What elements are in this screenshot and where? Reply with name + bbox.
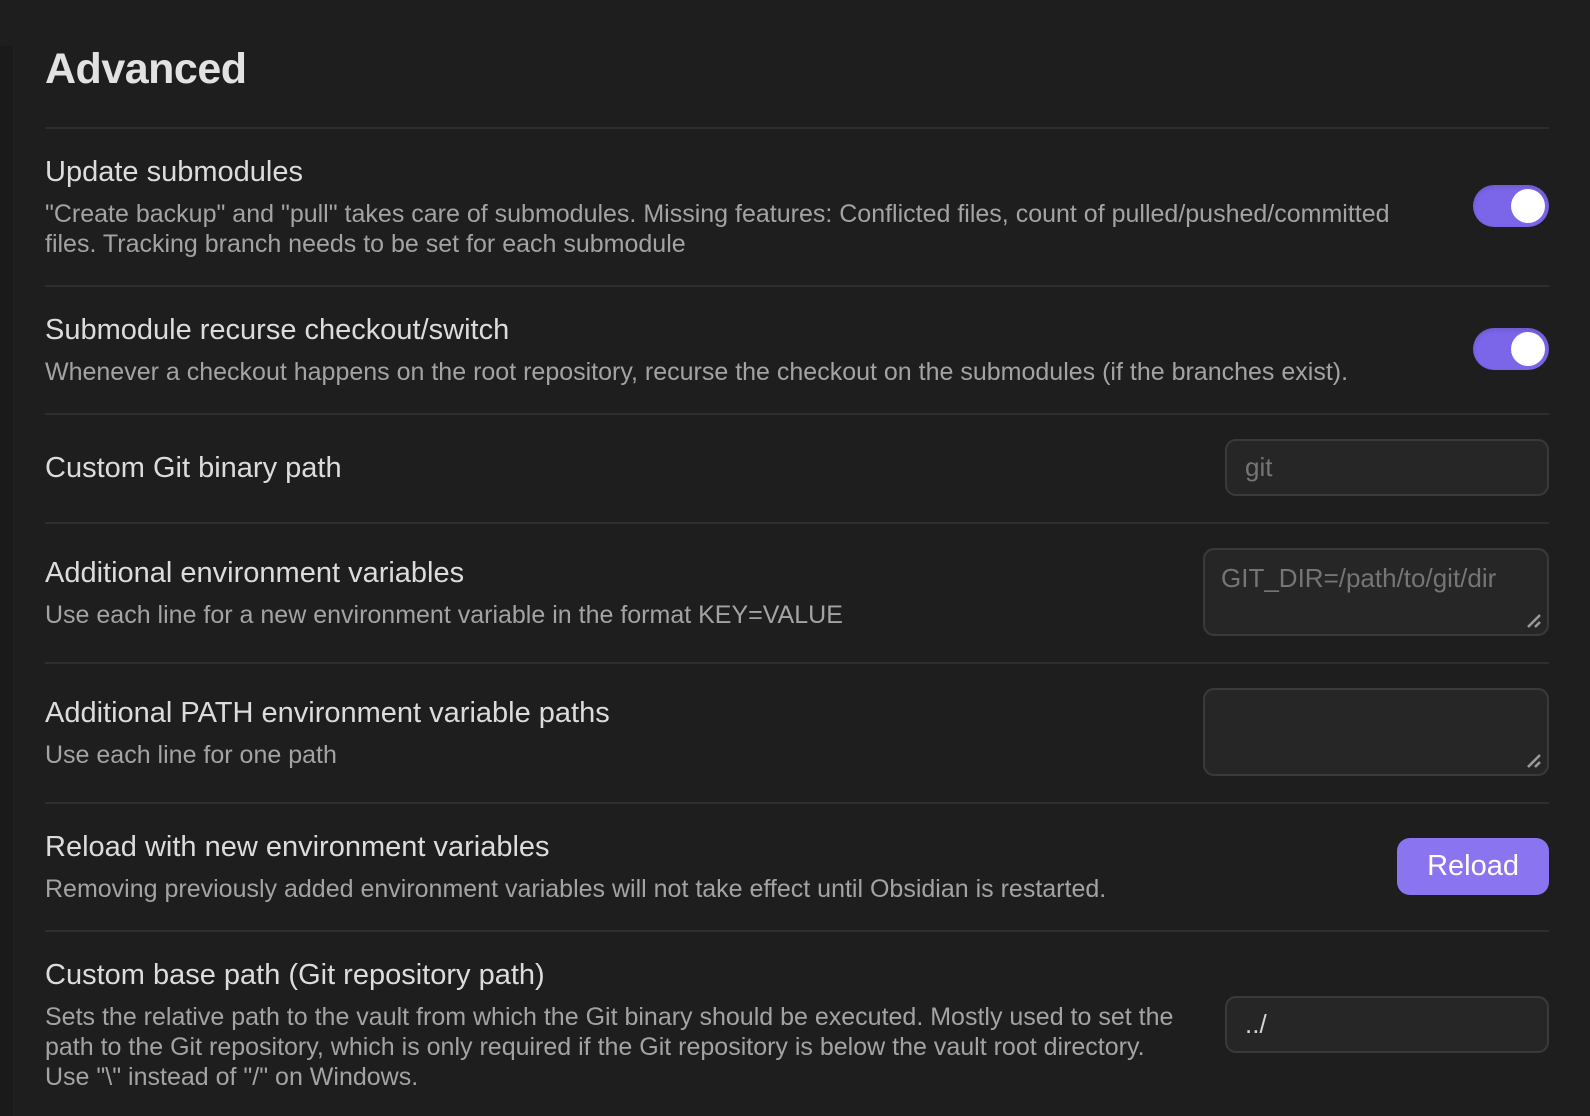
setting-description: Use each line for a new environment vari… (45, 600, 1163, 630)
setting-row-env-variables: Additional environment variables Use eac… (45, 522, 1549, 662)
settings-advanced-page: Advanced Update submodules "Create backu… (0, 46, 1590, 1116)
setting-name: Reload with new environment variables (45, 828, 1357, 866)
setting-description: Removing previously added environment va… (45, 874, 1357, 904)
setting-row-submodule-recurse: Submodule recurse checkout/switch Whenev… (45, 285, 1549, 413)
setting-control (1225, 996, 1549, 1053)
textarea-wrap (1203, 548, 1549, 636)
setting-description: Sets the relative path to the vault from… (45, 1002, 1185, 1092)
setting-description: Whenever a checkout happens on the root … (45, 357, 1433, 387)
reload-button[interactable]: Reload (1397, 838, 1549, 895)
setting-row-update-submodules: Update submodules "Create backup" and "p… (45, 127, 1549, 285)
git-binary-path-input[interactable] (1225, 439, 1549, 496)
setting-description: "Create backup" and "pull" takes care of… (45, 199, 1433, 259)
setting-name: Custom base path (Git repository path) (45, 956, 1185, 994)
setting-info: Custom base path (Git repository path) S… (45, 956, 1225, 1092)
toggle-knob-icon (1511, 332, 1545, 366)
setting-name: Additional PATH environment variable pat… (45, 694, 1163, 732)
update-submodules-toggle[interactable] (1473, 185, 1549, 227)
setting-info: Additional environment variables Use eac… (45, 554, 1203, 630)
setting-control (1473, 185, 1549, 227)
page-title: Advanced (45, 46, 1549, 92)
setting-control (1473, 328, 1549, 370)
setting-control (1225, 439, 1549, 496)
setting-row-custom-base-path: Custom base path (Git repository path) S… (45, 930, 1549, 1116)
setting-name: Submodule recurse checkout/switch (45, 311, 1433, 349)
settings-content: Advanced Update submodules "Create backu… (0, 46, 1590, 1116)
setting-info: Reload with new environment variables Re… (45, 828, 1397, 904)
setting-info: Additional PATH environment variable pat… (45, 694, 1203, 770)
setting-name: Update submodules (45, 153, 1433, 191)
setting-row-path-variables: Additional PATH environment variable pat… (45, 662, 1549, 802)
resize-grip-icon[interactable] (1520, 607, 1542, 629)
path-variables-textarea[interactable] (1203, 688, 1549, 776)
setting-row-reload-env: Reload with new environment variables Re… (45, 802, 1549, 930)
submodule-recurse-toggle[interactable] (1473, 328, 1549, 370)
textarea-wrap (1203, 688, 1549, 776)
setting-description: Use each line for one path (45, 740, 1163, 770)
setting-name: Additional environment variables (45, 554, 1163, 592)
setting-name: Custom Git binary path (45, 449, 1185, 487)
setting-row-git-binary-path: Custom Git binary path (45, 413, 1549, 522)
setting-control: Reload (1397, 838, 1549, 895)
setting-info: Update submodules "Create backup" and "p… (45, 153, 1473, 259)
env-variables-textarea[interactable] (1203, 548, 1549, 636)
setting-info: Custom Git binary path (45, 449, 1225, 487)
setting-control (1203, 548, 1549, 636)
toggle-knob-icon (1511, 189, 1545, 223)
setting-control (1203, 688, 1549, 776)
custom-base-path-input[interactable] (1225, 996, 1549, 1053)
setting-info: Submodule recurse checkout/switch Whenev… (45, 311, 1473, 387)
resize-grip-icon[interactable] (1520, 747, 1542, 769)
